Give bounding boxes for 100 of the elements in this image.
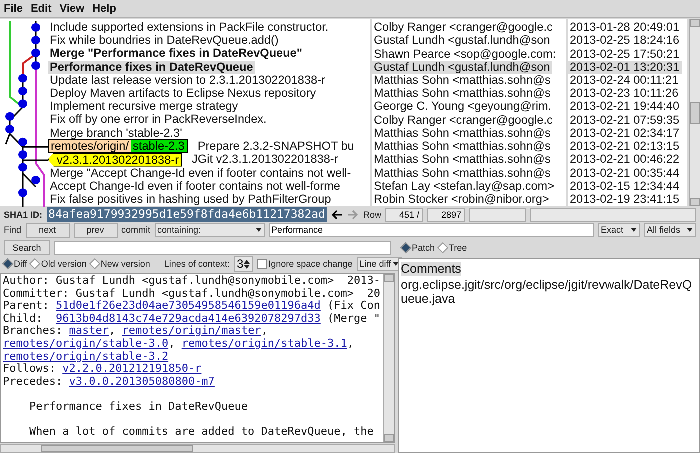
commit-subject[interactable]: Merge "Accept Change-Id even if footer contains not well-: [48, 166, 354, 180]
author-cell-text: Gustaf Lundh <gustaf.lundh@son: [373, 34, 550, 48]
file-list-item[interactable]: Comments: [401, 262, 462, 276]
author-cell-text: Colby Ranger <cranger@google.c: [373, 21, 554, 34]
commit-subject[interactable]: Fix while boundries in DateRevQueue.add(): [48, 34, 281, 48]
author-cell-text: Matthias Sohn <matthias.sohn@s: [373, 87, 552, 100]
menu-item[interactable]: Edit: [30, 2, 52, 14]
commit-subject[interactable]: Fix false positives in hashing used by PathFilterGroup: [48, 192, 334, 206]
detail-text: ,: [261, 324, 268, 338]
find-type-label: commit: [122, 225, 151, 236]
row-label: Row: [363, 210, 382, 220]
find-label: Find: [4, 225, 22, 236]
detail-text: When a lot of commits are added to DateRevQueue, the: [29, 425, 374, 438]
version-tag: v2.3.1.201302201838-r: [48, 152, 182, 167]
author-cell: Gustaf Lundh <gustaf.lundh@son: [372, 60, 552, 74]
date-cell: 2013-02-01 13:20:31: [568, 60, 682, 74]
detail-text: Performance fixes in DateRevQueue: [29, 400, 248, 413]
detail-text: Author: Gustaf Lundh <gustaf.lundh@sonymobile.com> 2013-: [3, 274, 380, 287]
view-mode-radio[interactable]: Tree: [439, 242, 468, 253]
detail-text: Parent:: [3, 299, 50, 312]
view-mode-radio[interactable]: Patch: [402, 242, 436, 253]
scrollbar[interactable]: [689, 19, 700, 206]
match-dropdown[interactable]: Exact: [598, 223, 640, 238]
date-cell-text: 2013-02-25 17:50:21: [569, 48, 681, 61]
status-box: [469, 208, 526, 222]
commit-link[interactable]: remotes/origin/master: [122, 324, 262, 338]
sha1-label: SHA1 ID:: [4, 210, 43, 220]
detail-text: Precedes:: [3, 374, 64, 388]
branch-tag: remotes/origin/ stable-2.3: [48, 139, 188, 154]
commit-subject[interactable]: Fix off by one error in PackReverseIndex.: [48, 113, 269, 126]
author-cell-text: Matthias Sohn <matthias.sohn@s: [373, 126, 551, 140]
find-field[interactable]: Performance: [268, 223, 594, 238]
commit-link[interactable]: 51d0e1f26e23d04ae73054958546159e01196a4d: [56, 299, 321, 312]
ignore-space-checkbox[interactable]: Ignore space change: [256, 259, 353, 270]
find-button[interactable]: next: [26, 222, 70, 238]
find-mode-dropdown[interactable]: containing:: [154, 223, 265, 238]
author-cell-text: Colby Ranger <cranger@google.c: [373, 114, 554, 127]
detail-text: ,: [168, 336, 176, 350]
commit-subject[interactable]: Deploy Maven artifacts to Eclipse Nexus repository: [48, 87, 318, 100]
search-field[interactable]: [54, 240, 391, 255]
date-cell-text: 2013-02-21 19:44:40: [569, 100, 681, 114]
scrollbar[interactable]: [0, 444, 395, 453]
author-cell-text: George C. Young <geyoung@rim.: [373, 100, 553, 114]
menu-item[interactable]: File: [4, 2, 23, 14]
commit-subject[interactable]: Performance fixes in DateRevQueue: [48, 60, 256, 74]
commit-subject[interactable]: JGit v2.3.1.201302201838-r: [190, 153, 340, 166]
commit-subject[interactable]: Update last release version to 2.3.1.201302201838-r: [48, 74, 328, 87]
commit-subject[interactable]: Accept Change-Id even if footer contains not well-forme: [48, 180, 342, 193]
date-cell-text: 2013-02-19 23:41:15: [569, 192, 681, 206]
commit-link[interactable]: remotes/origin/stable-3.2: [3, 350, 169, 363]
author-cell-text: Shawn Pearce <sop@google.com:: [373, 48, 558, 61]
detail-text: ,: [347, 336, 354, 350]
author-cell-text: Matthias Sohn <matthias.sohn@s: [373, 140, 552, 154]
date-cell-text: 2013-02-21 02:34:17: [569, 126, 681, 140]
commit-subject[interactable]: Prepare 2.3.2-SNAPSHOT bu: [196, 140, 356, 153]
date-cell-text: 2013-02-21 00:46:22: [569, 153, 681, 166]
commit-link[interactable]: v2.2.0.201212191850-r: [62, 362, 202, 376]
search-button[interactable]: Search: [4, 240, 50, 256]
detail-text: ,: [108, 324, 117, 338]
date-cell-text: 2013-02-23 10:11:26: [569, 87, 680, 100]
back-arrow-icon[interactable]: [331, 210, 344, 220]
commit-subject[interactable]: Implement recursive merge strategy: [48, 100, 240, 114]
row-number: 451 /: [385, 208, 424, 222]
commit-subject[interactable]: Merge "Performance fixes in DateRevQueue": [48, 47, 304, 60]
author-cell-text: Matthias Sohn <matthias.sohn@s: [373, 166, 552, 180]
detail-text: Child:: [3, 312, 44, 325]
fields-dropdown[interactable]: All fields: [644, 223, 696, 238]
author-cell-text: Matthias Sohn <matthias.sohn@s: [373, 153, 552, 166]
commit-link[interactable]: remotes/origin/stable-3.0: [3, 336, 169, 350]
author-cell-text: Matthias Sohn <matthias.sohn@s: [373, 74, 552, 87]
diff-mode-radio[interactable]: New version: [90, 259, 150, 270]
diff-mode-radio[interactable]: Old version: [31, 259, 87, 270]
sha1-field[interactable]: 84afea9179932995d1e59f8fda4e6b11217382ad: [46, 207, 328, 222]
date-cell-text: 2013-01-28 20:49:01: [569, 21, 681, 34]
menu-item[interactable]: View: [60, 2, 85, 14]
file-list-item[interactable]: org.eclipse.jgit/src/org/eclipse/jgit/revwalk/DateRevQueue.java: [401, 278, 697, 306]
diff-style-dropdown[interactable]: Line diff: [356, 257, 402, 272]
menu-item[interactable]: Help: [92, 2, 116, 14]
context-label: Lines of context:: [164, 259, 230, 270]
find-button[interactable]: prev: [74, 222, 118, 238]
detail-text: (Fix Con: [328, 299, 380, 312]
date-cell-text: 2013-02-21 02:13:15: [569, 140, 681, 154]
commit-link[interactable]: v3.0.0.201305080800-m7: [69, 374, 215, 388]
commit-subject[interactable]: Include supported extensions in PackFile constructor.: [48, 21, 331, 34]
detail-text: Branches:: [3, 324, 64, 338]
detail-text: (Merge ": [326, 312, 380, 325]
row-total: 2897: [427, 208, 466, 222]
scrollbar[interactable]: [383, 274, 394, 442]
author-cell-text: Robin Stocker <robin@nibor.org>: [373, 192, 550, 206]
context-spinbox[interactable]: 3: [234, 256, 253, 272]
commit-link[interactable]: remotes/origin/stable-3.1: [182, 336, 348, 350]
detail-text: Follows:: [3, 362, 56, 376]
detail-text: Committer: Gustaf Lundh <gustaf.lundh@sonymobile.com> 20: [3, 286, 380, 300]
commit-subject[interactable]: Merge branch 'stable-2.3': [48, 126, 184, 140]
date-cell-text: 2013-02-21 07:59:35: [569, 114, 681, 127]
commit-link[interactable]: 9613b04d8143c74e729acda414e6392078297d33: [56, 312, 321, 325]
date-cell-text: 2013-02-25 18:24:16: [569, 34, 681, 48]
date-cell-text: 2013-02-21 00:35:44: [569, 166, 681, 180]
commit-link[interactable]: master: [69, 324, 109, 338]
date-cell-text: 2013-02-15 12:34:44: [569, 180, 681, 193]
